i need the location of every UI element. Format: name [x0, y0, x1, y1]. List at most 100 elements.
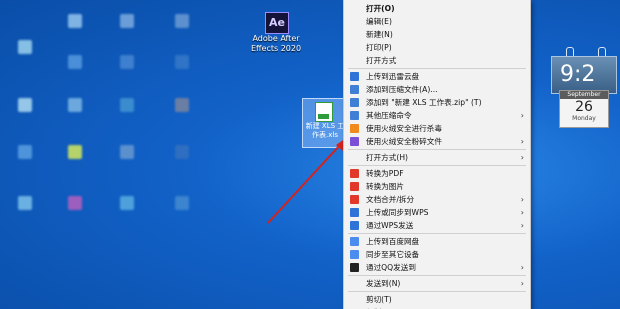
menu-item-label: 同步至其它设备	[366, 250, 420, 259]
cloud-sync-icon	[350, 208, 359, 217]
menu-item[interactable]: 新建(N)	[344, 28, 530, 41]
menu-item-label: 通过QQ发送到	[366, 263, 416, 272]
menu-item[interactable]: 上传到迅雷云盘	[344, 70, 530, 83]
menu-item-label: 转换为PDF	[366, 169, 404, 178]
calendar-day: 26	[575, 99, 593, 115]
menu-item-label: 打开方式	[366, 56, 397, 65]
menu-item[interactable]: 发送到(N) ›	[344, 277, 530, 290]
desktop-icon-blurred[interactable]	[120, 55, 134, 69]
wps-icon	[350, 195, 359, 204]
submenu-arrow-icon: ›	[520, 111, 524, 120]
excel-file-icon	[315, 102, 333, 122]
submenu-arrow-icon: ›	[520, 221, 524, 230]
send-icon	[350, 221, 359, 230]
menu-item-label: 上传到百度网盘	[366, 237, 420, 246]
calendar-weekday: Monday	[572, 115, 596, 122]
menu-item-label: 打开方式(H)	[366, 153, 409, 162]
desktop-icon-blurred[interactable]	[18, 145, 32, 159]
menu-item-label: 添加到压缩文件(A)...	[366, 85, 438, 94]
submenu-arrow-icon: ›	[520, 208, 524, 217]
desktop-icon-blurred[interactable]	[120, 98, 134, 112]
shredder-icon	[350, 137, 359, 146]
red-arrow-annotation	[267, 138, 346, 224]
desktop-icon-blurred[interactable]	[120, 196, 134, 210]
desktop-icon-blurred[interactable]	[120, 145, 134, 159]
desktop-icon-blurred[interactable]	[68, 55, 82, 69]
menu-item-label: 上传或同步到WPS	[366, 208, 429, 217]
menu-item[interactable]: 转换为图片	[344, 180, 530, 193]
menu-item[interactable]: 转换为PDF	[344, 167, 530, 180]
menu-item[interactable]: 使用火绒安全进行杀毒	[344, 122, 530, 135]
baidu-icon	[350, 250, 359, 259]
after-effects-label: Adobe After Effects 2020	[250, 34, 302, 53]
clock-widget[interactable]: 9:2	[551, 56, 617, 94]
wps-icon	[350, 169, 359, 178]
desktop-icon-blurred[interactable]	[68, 98, 82, 112]
desktop-icon-blurred[interactable]	[68, 196, 82, 210]
desktop-icon-blurred[interactable]	[18, 196, 32, 210]
menu-item[interactable]: 打印(P)	[344, 41, 530, 54]
menu-item[interactable]: 剪切(T)	[344, 293, 530, 306]
menu-item[interactable]: 打开方式	[344, 54, 530, 67]
menu-item-label: 新建(N)	[366, 30, 393, 39]
calendar-widget[interactable]: September 26 Monday	[559, 90, 609, 128]
desktop-icon-blurred[interactable]	[18, 98, 32, 112]
desktop-icon-blurred[interactable]	[175, 196, 189, 210]
submenu-arrow-icon: ›	[520, 263, 524, 272]
menu-separator	[348, 149, 526, 150]
menu-item-label: 通过WPS发送	[366, 221, 414, 230]
wps-icon	[350, 182, 359, 191]
desktop-icon-blurred[interactable]	[68, 145, 82, 159]
menu-item-label: 使用火绒安全粉碎文件	[366, 137, 442, 146]
menu-item-label: 打印(P)	[366, 43, 392, 52]
baidu-icon	[350, 237, 359, 246]
menu-item[interactable]: 通过WPS发送 ›	[344, 219, 530, 232]
menu-item[interactable]: 添加到压缩文件(A)...	[344, 83, 530, 96]
menu-item-label: 添加到 "新建 XLS 工作表.zip" (T)	[366, 98, 482, 107]
submenu-arrow-icon: ›	[520, 195, 524, 204]
desktop-icon-blurred[interactable]	[175, 98, 189, 112]
desktop-icon-blurred[interactable]	[68, 14, 82, 28]
archive-icon	[350, 98, 359, 107]
menu-separator	[348, 165, 526, 166]
menu-item[interactable]: 上传或同步到WPS ›	[344, 206, 530, 219]
archive-icon	[350, 111, 359, 120]
desktop-icon-blurred[interactable]	[18, 40, 32, 54]
menu-item-label: 文档合并/拆分	[366, 195, 415, 204]
context-menu: 打开(O) 编辑(E) 新建(N) 打印(P) 打开方式上传到迅雷云盘添加到压缩文件(A…	[343, 0, 531, 309]
calendar-month: September	[560, 91, 608, 99]
menu-separator	[348, 233, 526, 234]
menu-item[interactable]: 文档合并/拆分 ›	[344, 193, 530, 206]
menu-item[interactable]: 上传到百度网盘	[344, 235, 530, 248]
menu-separator	[348, 275, 526, 276]
desktop-icon-blurred[interactable]	[120, 14, 134, 28]
submenu-arrow-icon: ›	[520, 279, 524, 288]
menu-item[interactable]: 通过QQ发送到 ›	[344, 261, 530, 274]
menu-item[interactable]: 添加到 "新建 XLS 工作表.zip" (T)	[344, 96, 530, 109]
menu-item-label: 发送到(N)	[366, 279, 401, 288]
desktop-icon-blurred[interactable]	[175, 55, 189, 69]
menu-item-label: 其他压缩命令	[366, 111, 412, 120]
menu-separator	[348, 68, 526, 69]
menu-item-label: 编辑(E)	[366, 17, 392, 26]
menu-item[interactable]: 同步至其它设备	[344, 248, 530, 261]
menu-item-label: 打开(O)	[366, 4, 395, 13]
menu-item[interactable]: 其他压缩命令 ›	[344, 109, 530, 122]
desktop-icon-blurred[interactable]	[175, 14, 189, 28]
menu-item[interactable]: 打开方式(H) ›	[344, 151, 530, 164]
submenu-arrow-icon: ›	[520, 153, 524, 162]
menu-separator	[348, 291, 526, 292]
menu-item-label: 使用火绒安全进行杀毒	[366, 124, 442, 133]
after-effects-icon[interactable]: Ae	[265, 12, 289, 34]
menu-item[interactable]: 使用火绒安全粉碎文件 ›	[344, 135, 530, 148]
qq-icon	[350, 263, 359, 272]
menu-item-label: 上传到迅雷云盘	[366, 72, 420, 81]
desktop-icon-blurred[interactable]	[175, 145, 189, 159]
menu-item-label: 剪切(T)	[366, 295, 392, 304]
menu-item[interactable]: 打开(O)	[344, 2, 530, 15]
menu-item[interactable]: 编辑(E)	[344, 15, 530, 28]
shield-icon	[350, 124, 359, 133]
menu-item-label: 转换为图片	[366, 182, 404, 191]
archive-icon	[350, 85, 359, 94]
submenu-arrow-icon: ›	[520, 137, 524, 146]
